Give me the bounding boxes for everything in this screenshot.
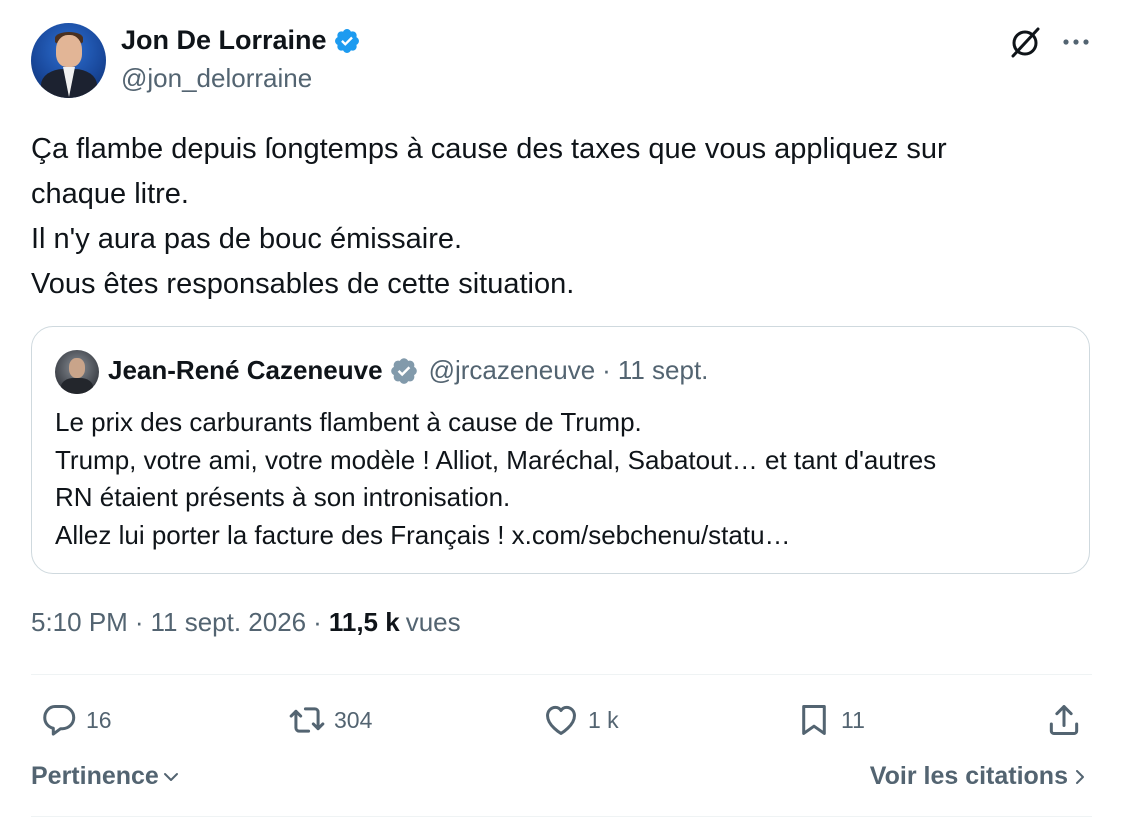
quoted-tweet-date[interactable]: 11 sept.: [618, 355, 709, 386]
tweet-line: Vous êtes responsables de cette situatio…: [31, 268, 575, 300]
quoted-tweet-text: Le prix des carburants flambent à cause …: [55, 404, 936, 554]
separator-dot: ·: [134, 607, 144, 637]
quoted-tweet-card[interactable]: Jean-René Cazeneuve @jrcazeneuve · 11 se…: [31, 326, 1090, 574]
tweet-line: Il n'y aura pas de bouc émissaire.: [31, 223, 463, 255]
chevron-down-icon: [163, 772, 178, 781]
bookmark-count: 11: [841, 706, 865, 733]
quoted-tweet-line: RN étaient présents à son intronisation.: [55, 482, 511, 512]
grok-icon[interactable]: [1007, 25, 1043, 61]
tweet-text: Ça flambe depuis ſongtemps à cause des t…: [31, 127, 1091, 307]
heart-icon: [546, 705, 576, 735]
quoted-tweet-line: Trump, votre ami, votre modèle ! Alliot,…: [55, 444, 937, 475]
retweet-count: 304: [334, 706, 373, 733]
tweet-time[interactable]: 5:10 PM: [31, 607, 128, 638]
view-quotes-label: Voir les citations: [869, 762, 1068, 790]
action-bar: 16 304 1 k 11: [0, 700, 1123, 740]
sort-label: Pertinence: [31, 762, 159, 790]
tweet-line: Ça flambe depuis ſongtemps à cause des t…: [31, 133, 947, 165]
retweet-icon: [289, 707, 325, 733]
tweet-meta: 5:10 PM · 11 sept. 2026 · 11,5 k vues: [31, 607, 461, 638]
author-name: Jon De Lorraine: [121, 25, 327, 55]
separator-dot: ·: [602, 355, 611, 385]
quoted-author-avatar[interactable]: [55, 350, 99, 394]
tweet-date[interactable]: 11 sept. 2026: [151, 607, 307, 638]
quoted-tweet-line: Allez lui porter la facture des Français…: [55, 519, 791, 550]
reply-icon: [43, 705, 76, 736]
reply-button[interactable]: 16: [40, 700, 112, 740]
divider: [31, 674, 1092, 675]
quoted-author-handle[interactable]: @jrcazeneuve: [429, 355, 596, 386]
chevron-right-icon: [1076, 769, 1084, 784]
share-icon: [1049, 705, 1079, 735]
author-name-link[interactable]: Jon De Lorraine: [121, 25, 361, 56]
bookmark-button[interactable]: 11: [795, 700, 865, 740]
like-button[interactable]: 1 k: [542, 700, 619, 740]
share-button[interactable]: [1045, 700, 1083, 740]
quoted-tweet-line: Le prix des carburants flambent à cause …: [55, 407, 642, 437]
bookmark-icon: [802, 705, 826, 735]
separator-dot: ·: [313, 607, 322, 637]
author-avatar[interactable]: [31, 23, 106, 98]
author-handle[interactable]: @jon_delorraine: [121, 63, 312, 94]
views-count: 11,5 k: [328, 607, 400, 637]
reply-count: 16: [86, 706, 112, 733]
retweet-button[interactable]: 304: [288, 700, 372, 740]
verified-badge-icon: [334, 28, 359, 53]
views-label: vues: [405, 607, 461, 637]
tweet-line: chaque litre.: [31, 178, 189, 210]
sort-replies-dropdown[interactable]: Pertinence: [31, 762, 181, 791]
view-quotes-link[interactable]: Voir les citations: [870, 762, 1090, 791]
quoted-tweet-header: Jean-René Cazeneuve @jrcazeneuve · 11 se…: [108, 355, 708, 386]
verified-badge-icon: [390, 357, 417, 384]
more-icon[interactable]: [1060, 28, 1092, 56]
quoted-author-name[interactable]: Jean-René Cazeneuve: [108, 355, 383, 386]
like-count: 1 k: [588, 706, 619, 733]
